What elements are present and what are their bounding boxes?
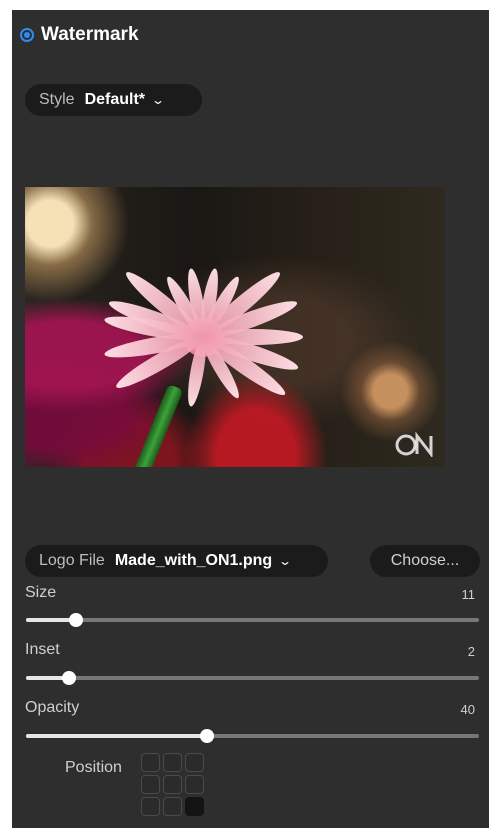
position-cell-middle-left[interactable] [141, 775, 160, 794]
enable-radio-icon[interactable] [20, 28, 34, 42]
size-slider-thumb[interactable] [68, 613, 83, 627]
watermark-preview-image [25, 187, 445, 467]
inset-slider[interactable] [26, 671, 479, 685]
on1-watermark-logo [395, 431, 433, 457]
panel-header[interactable]: Watermark [20, 24, 139, 46]
style-dropdown[interactable]: Style Default* ⌄ [25, 84, 202, 116]
position-cell-middle-right[interactable] [185, 775, 204, 794]
style-label: Style [39, 91, 75, 108]
position-label: Position [65, 759, 122, 776]
position-cell-bottom-right[interactable] [185, 797, 204, 816]
logo-file-label: Logo File [39, 552, 105, 569]
size-slider[interactable] [26, 613, 479, 627]
inset-value: 2 [467, 644, 475, 659]
position-grid[interactable] [141, 753, 204, 816]
choose-button[interactable]: Choose... [370, 545, 480, 577]
watermark-panel: Watermark Style Default* ⌄ Logo File Mad… [12, 10, 489, 828]
size-label: Size [25, 584, 57, 601]
position-cell-bottom-left[interactable] [141, 797, 160, 816]
chevron-down-icon: ⌄ [151, 93, 166, 107]
opacity-value: 40 [460, 702, 475, 717]
panel-title: Watermark [41, 24, 139, 45]
opacity-label: Opacity [25, 699, 80, 716]
logo-file-value: Made_with_ON1.png [114, 552, 273, 569]
position-cell-top-center[interactable] [163, 753, 182, 772]
position-cell-top-right[interactable] [185, 753, 204, 772]
opacity-slider[interactable] [26, 729, 479, 743]
position-cell-center[interactable] [163, 775, 182, 794]
chevron-down-icon: ⌄ [278, 554, 293, 568]
size-value: 11 [461, 587, 476, 602]
inset-label: Inset [25, 641, 60, 658]
position-cell-bottom-center[interactable] [163, 797, 182, 816]
inset-slider-thumb[interactable] [62, 671, 77, 685]
style-value: Default* [84, 91, 146, 108]
flower-stem [131, 384, 184, 467]
position-cell-top-left[interactable] [141, 753, 160, 772]
opacity-slider-fill [26, 734, 208, 738]
logo-file-dropdown[interactable]: Logo File Made_with_ON1.png ⌄ [25, 545, 328, 577]
opacity-slider-thumb[interactable] [200, 729, 215, 743]
